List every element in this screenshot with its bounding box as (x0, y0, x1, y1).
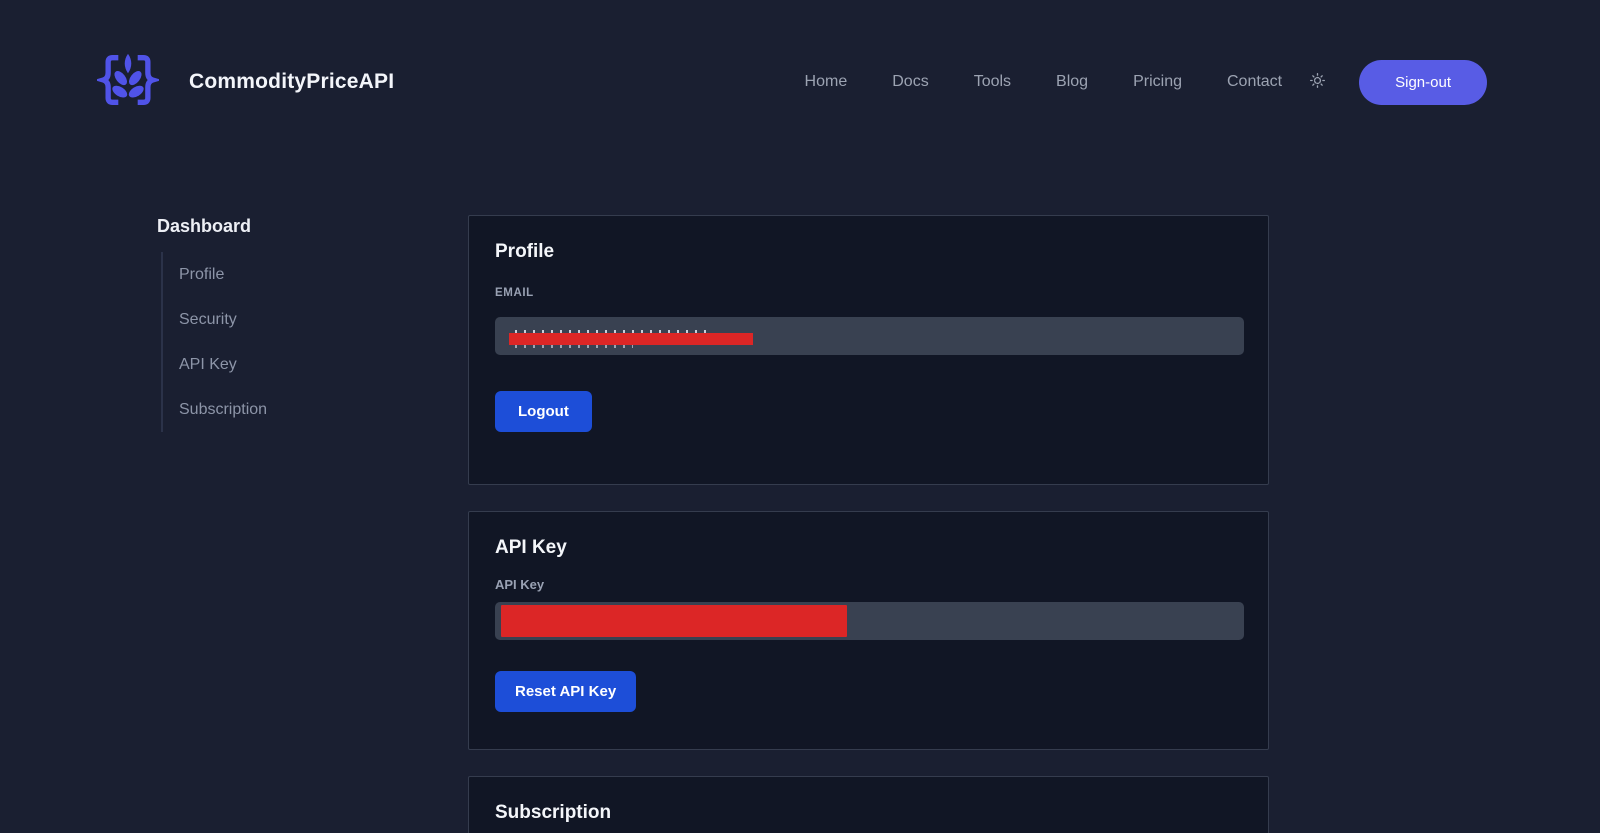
logout-button[interactable]: Logout (495, 391, 592, 432)
brand-name: CommodityPriceAPI (189, 70, 395, 93)
api-key-redaction-bar (501, 605, 847, 637)
nav-link-docs[interactable]: Docs (892, 73, 928, 91)
sidebar-list: Profile Security API Key Subscription (161, 252, 468, 432)
nav-link-pricing[interactable]: Pricing (1133, 73, 1182, 91)
profile-card: Profile EMAIL Logout (468, 215, 1269, 485)
api-key-card-title: API Key (495, 537, 567, 558)
sidebar: Dashboard Profile Security API Key Subsc… (157, 215, 468, 833)
main-area: Dashboard Profile Security API Key Subsc… (157, 215, 1600, 833)
profile-card-title: Profile (495, 241, 555, 262)
nav-link-blog[interactable]: Blog (1056, 73, 1088, 91)
email-label: EMAIL (495, 287, 534, 299)
sidebar-item-api-key[interactable]: API Key (179, 342, 468, 387)
wheat-braces-logo-icon (94, 49, 162, 116)
sidebar-item-security[interactable]: Security (179, 297, 468, 342)
api-key-card: API Key API Key Reset API Key (468, 511, 1269, 750)
reset-api-key-button[interactable]: Reset API Key (495, 671, 637, 712)
main-nav: Home Docs Tools Blog Pricing Contact Sig… (760, 59, 1487, 105)
api-key-label: API Key (495, 577, 545, 592)
subscription-card: Subscription (468, 776, 1269, 833)
subscription-card-title: Subscription (495, 802, 612, 823)
nav-link-tools[interactable]: Tools (974, 73, 1011, 91)
nav-link-home[interactable]: Home (805, 73, 848, 91)
email-redaction-bar (509, 330, 753, 348)
email-field[interactable] (495, 317, 1244, 355)
api-key-field[interactable] (495, 602, 1244, 640)
theme-toggle-button[interactable] (1308, 71, 1327, 93)
sun-icon (1308, 71, 1327, 93)
sidebar-title-dashboard: Dashboard (157, 216, 252, 236)
top-nav: CommodityPriceAPI Home Docs Tools Blog P… (0, 0, 1600, 164)
sidebar-item-profile[interactable]: Profile (179, 252, 468, 297)
sidebar-item-subscription[interactable]: Subscription (179, 387, 468, 432)
brand[interactable]: CommodityPriceAPI (94, 49, 395, 116)
nav-link-contact[interactable]: Contact (1227, 73, 1282, 91)
sign-out-button[interactable]: Sign-out (1359, 59, 1487, 105)
content-column: Profile EMAIL Logout API Key API Key Res… (468, 215, 1269, 833)
